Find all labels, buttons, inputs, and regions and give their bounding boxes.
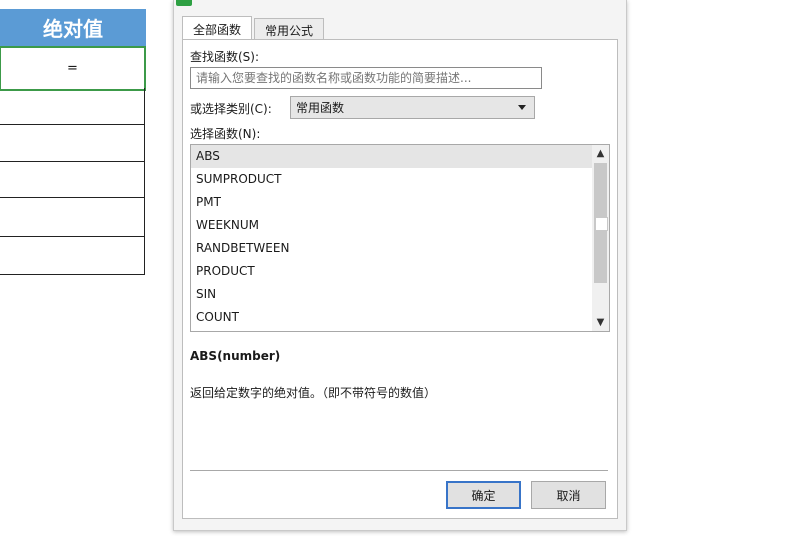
app-logo-icon: [176, 0, 192, 6]
category-select-value: 常用函数: [296, 101, 345, 115]
search-label: 查找函数(S):: [190, 50, 260, 64]
list-item-weeknum[interactable]: WEEKNUM: [191, 214, 592, 237]
spreadsheet-fragment: 绝对值 =: [0, 0, 146, 275]
tab-panel: 查找函数(S): 或选择类别(C): 常用函数 选择函数(N): ABS SUM…: [182, 39, 618, 519]
divider: [190, 470, 608, 471]
sheet-cell[interactable]: [0, 125, 145, 162]
column-header-abs[interactable]: 绝对值: [0, 9, 146, 46]
scroll-down-icon[interactable]: ▼: [592, 314, 609, 331]
list-item-pmt[interactable]: PMT: [191, 191, 592, 214]
dialog-title-bar: [174, 0, 626, 8]
tab-common-formulas[interactable]: 常用公式: [254, 18, 325, 41]
scroll-up-icon[interactable]: ▲: [592, 145, 609, 162]
cancel-button[interactable]: 取消: [531, 481, 606, 509]
function-signature: ABS(number): [190, 349, 281, 363]
list-item-sumproduct[interactable]: SUMPRODUCT: [191, 168, 592, 191]
list-item-abs[interactable]: ABS: [191, 145, 592, 168]
list-item-count[interactable]: COUNT: [191, 306, 592, 329]
list-item-product[interactable]: PRODUCT: [191, 260, 592, 283]
function-listbox[interactable]: ABS SUMPRODUCT PMT WEEKNUM RANDBETWEEN P…: [190, 144, 610, 332]
function-description: 返回给定数字的绝对值。（即不带符号的数值）: [190, 386, 437, 400]
ok-button[interactable]: 确定: [446, 481, 521, 509]
category-label: 或选择类别(C):: [190, 102, 272, 116]
category-select[interactable]: 常用函数: [290, 96, 535, 119]
active-cell[interactable]: =: [0, 46, 146, 91]
list-item-sin[interactable]: SIN: [191, 283, 592, 306]
insert-function-dialog: 全部函数 常用公式 查找函数(S): 或选择类别(C): 常用函数 选择函数(N…: [173, 0, 627, 531]
sheet-cell[interactable]: [0, 237, 145, 275]
tab-all-functions[interactable]: 全部函数: [182, 16, 253, 41]
function-search-input[interactable]: [190, 67, 542, 89]
function-list-label: 选择函数(N):: [190, 127, 261, 141]
sheet-cell[interactable]: [0, 198, 145, 237]
list-item-randbetween[interactable]: RANDBETWEEN: [191, 237, 592, 260]
sheet-cell[interactable]: [0, 162, 145, 198]
scrollbar-thumb[interactable]: [595, 217, 608, 231]
sheet-cell[interactable]: [0, 88, 145, 125]
dialog-tabs: 全部函数 常用公式: [182, 16, 326, 41]
dropdown-arrow-icon[interactable]: [518, 105, 526, 110]
list-scrollbar[interactable]: ▲ ▼: [592, 145, 609, 331]
